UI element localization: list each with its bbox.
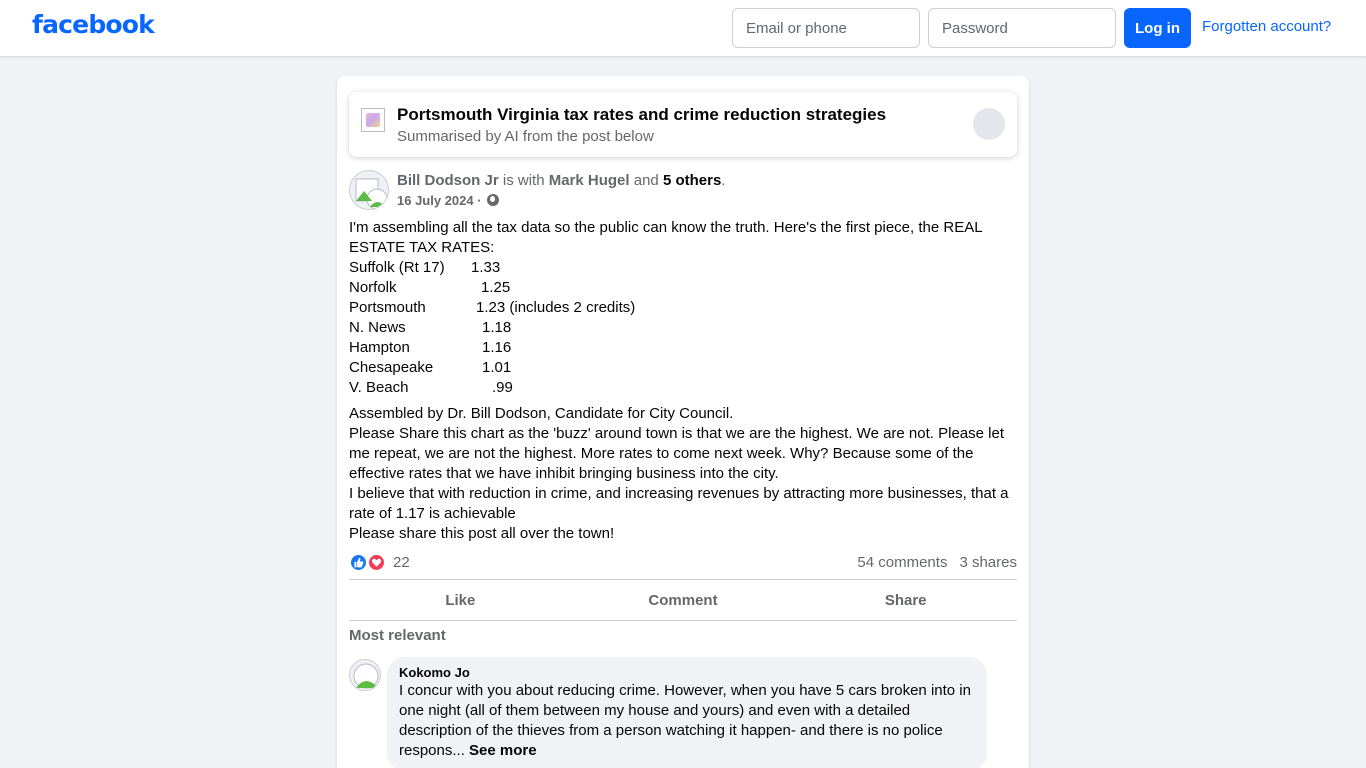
post-stats: 54 comments 3 shares <box>857 554 1017 571</box>
comment-text-line-last: respons... See more <box>399 741 975 761</box>
profile-placeholder-icon <box>350 660 380 690</box>
ai-summary-box[interactable]: Portsmouth Virginia tax rates and crime … <box>349 92 1017 157</box>
post-text-line: Assembled by Dr. Bill Dodson, Candidate … <box>349 405 734 422</box>
tax-city: Portsmouth <box>349 299 426 316</box>
tax-rate-row: N. News 1.18 <box>349 318 1017 338</box>
globe-icon <box>487 194 500 206</box>
post-text-line: me repeat, we are not the highest. More … <box>349 445 974 462</box>
author-name-link[interactable]: Bill Dodson Jr <box>397 172 499 189</box>
post-intro-line-2: ESTATE TAX RATES: <box>349 239 495 256</box>
ai-summary-menu-button[interactable] <box>973 108 1005 140</box>
post-text-line: Please share this post all over the town… <box>349 525 615 542</box>
comment-sort-selector[interactable]: Most relevant <box>349 627 446 644</box>
tax-rate: 1.23 (includes 2 credits) <box>476 299 636 316</box>
commenter-avatar[interactable] <box>349 659 381 691</box>
post-paragraph: Assembled by Dr. Bill Dodson, Candidate … <box>349 404 1017 544</box>
tax-city: Norfolk <box>349 279 397 296</box>
comment-text-line: description of the thieves from a person… <box>399 722 943 739</box>
heart-icon <box>367 553 386 572</box>
password-field[interactable] <box>928 8 1116 48</box>
tax-rate: 1.33 <box>471 259 501 276</box>
tax-rate: .99 <box>492 379 513 396</box>
comment-text-line: one night (all of them between my house … <box>399 702 911 719</box>
comment-bubble: Kokomo Jo I concur with you about reduci… <box>387 657 987 768</box>
tax-rate: 1.16 <box>482 339 512 356</box>
tax-rate: 1.01 <box>482 359 512 376</box>
post-actions-bar: Like Comment Share <box>349 580 1017 620</box>
tax-rate-row: Norfolk 1.25 <box>349 278 1017 298</box>
tax-rate: 1.18 <box>482 319 512 336</box>
commenter-name-link[interactable]: Kokomo Jo <box>399 665 975 681</box>
comment-text-line: I concur with you about reducing crime. … <box>399 682 971 699</box>
post-text-line: Please Share this chart as the 'buzz' ar… <box>349 425 1004 442</box>
date-separator: · <box>473 193 486 208</box>
share-button[interactable]: Share <box>794 580 1017 620</box>
with-text: is with <box>498 172 549 189</box>
ai-summary-title: Portsmouth Virginia tax rates and crime … <box>397 105 887 124</box>
tax-rate-row: Hampton 1.16 <box>349 338 1017 358</box>
profile-placeholder-icon <box>350 171 388 209</box>
tax-rate-row: Chesapeake 1.01 <box>349 358 1017 378</box>
divider <box>349 620 1017 621</box>
post-body: I'm assembling all the tax data so the p… <box>349 218 1017 544</box>
tagged-user-link[interactable]: Mark Hugel <box>549 172 630 189</box>
forgotten-account-link[interactable]: Forgotten account? <box>1202 18 1331 35</box>
post-card: Portsmouth Virginia tax rates and crime … <box>337 76 1029 768</box>
top-navigation-bar: facebook Log in Forgotten account? <box>0 0 1366 57</box>
see-more-link[interactable]: See more <box>469 742 537 759</box>
and-text: and <box>629 172 663 189</box>
period-text: . <box>721 172 726 189</box>
post-text-line: effective rates that we have inhibit bri… <box>349 465 779 482</box>
tax-city: Hampton <box>349 339 410 356</box>
tax-city: V. Beach <box>349 379 409 396</box>
post-date-link[interactable]: 16 July 2024 <box>397 193 474 208</box>
thumbs-up-icon <box>349 553 368 572</box>
author-avatar[interactable] <box>349 170 389 210</box>
post-text-line: I believe that with reduction in crime, … <box>349 485 1009 502</box>
post-intro-line-1: I'm assembling all the tax data so the p… <box>349 219 983 236</box>
tax-city: Suffolk (Rt 17) <box>349 259 445 276</box>
post-text-line: rate of 1.17 is achievable <box>349 505 516 522</box>
tax-city: N. News <box>349 319 406 336</box>
comments-count-link[interactable]: 54 comments <box>857 554 947 571</box>
tax-rate-row: V. Beach .99 <box>349 378 1017 398</box>
shares-count-link[interactable]: 3 shares <box>959 554 1017 571</box>
tax-rate-row: Suffolk (Rt 17) 1.33 <box>349 258 1017 278</box>
facebook-logo[interactable]: facebook <box>32 10 155 39</box>
ai-sparkle-icon <box>361 108 385 132</box>
tax-rate: 1.25 <box>481 279 511 296</box>
like-button[interactable]: Like <box>349 580 572 620</box>
email-field[interactable] <box>732 8 920 48</box>
reaction-count: 22 <box>393 554 410 571</box>
login-button[interactable]: Log in <box>1124 8 1191 48</box>
tax-rate-row: Portsmouth 1.23 (includes 2 credits) <box>349 298 1017 318</box>
others-link[interactable]: 5 others <box>663 172 721 189</box>
tax-city: Chesapeake <box>349 359 434 376</box>
post-author-line: Bill Dodson Jr is with Mark Hugel and 5 … <box>397 172 725 189</box>
ai-summary-subtitle: Summarised by AI from the post below <box>397 128 654 145</box>
comment-text-truncated: respons... <box>399 742 465 759</box>
comment-button[interactable]: Comment <box>572 580 795 620</box>
post-timestamp-line: 16 July 2024 · <box>397 193 500 208</box>
